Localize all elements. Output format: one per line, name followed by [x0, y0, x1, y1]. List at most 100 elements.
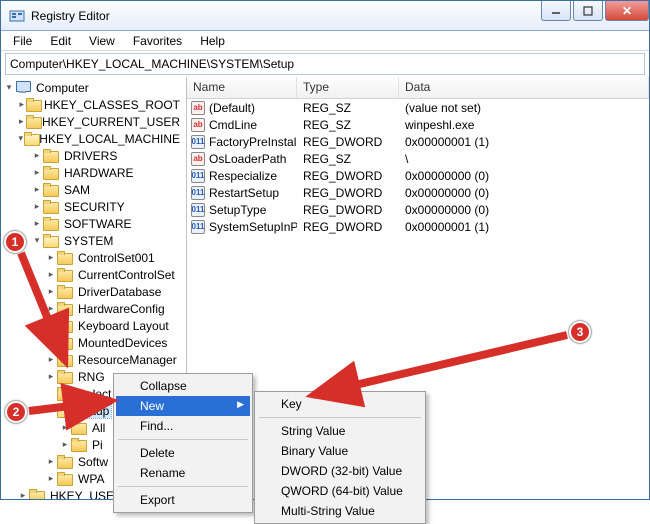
tree-item-hardwareconfig[interactable]: HardwareConfig — [1, 300, 186, 317]
tree-item-label: SOFTWARE — [62, 217, 134, 231]
menu-item-binary-value[interactable]: Binary Value — [257, 441, 423, 461]
value-name: CmdLine — [209, 118, 257, 132]
value-data: winpeshl.exe — [399, 118, 649, 132]
list-row[interactable]: 011SetupTypeREG_DWORD0x00000000 (0) — [187, 201, 649, 218]
dword-value-icon: 011 — [191, 220, 205, 234]
value-type: REG_DWORD — [297, 186, 399, 200]
registry-editor-window: Registry Editor ✕ File Edit View Favorit… — [0, 0, 650, 500]
tree-item-hkey-classes-root[interactable]: HKEY_CLASSES_ROOT — [1, 96, 186, 113]
menu-item-find-[interactable]: Find... — [116, 416, 250, 436]
close-button[interactable]: ✕ — [605, 1, 649, 21]
tree-item-keyboard-layout[interactable]: Keyboard Layout — [1, 317, 186, 334]
folder-icon — [43, 183, 59, 196]
folder-icon — [57, 353, 73, 366]
menu-item-dword-32-bit-value[interactable]: DWORD (32-bit) Value — [257, 461, 423, 481]
menu-file[interactable]: File — [5, 32, 40, 50]
tree-item-software[interactable]: SOFTWARE — [1, 215, 186, 232]
tree-twisty-icon[interactable] — [17, 133, 24, 144]
tree-item-hkey-current-user[interactable]: HKEY_CURRENT_USER — [1, 113, 186, 130]
address-text: Computer\HKEY_LOCAL_MACHINE\SYSTEM\Setup — [10, 57, 294, 71]
menu-item-multi-string-value[interactable]: Multi-String Value — [257, 501, 423, 521]
menu-item-collapse[interactable]: Collapse — [116, 376, 250, 396]
list-row[interactable]: 011FactoryPreInstall...REG_DWORD0x000000… — [187, 133, 649, 150]
tree-twisty-icon[interactable] — [45, 405, 57, 416]
menu-item-new[interactable]: New▶ — [116, 396, 250, 416]
tree-twisty-icon[interactable] — [45, 286, 57, 297]
dword-value-icon: 011 — [191, 169, 205, 183]
list-row[interactable]: abCmdLineREG_SZwinpeshl.exe — [187, 116, 649, 133]
tree-twisty-icon[interactable] — [31, 235, 43, 246]
tree-twisty-icon[interactable] — [31, 150, 43, 161]
tree-item-security[interactable]: SECURITY — [1, 198, 186, 215]
titlebar[interactable]: Registry Editor ✕ — [1, 1, 649, 31]
tree-item-controlset001[interactable]: ControlSet001 — [1, 249, 186, 266]
tree-twisty-icon[interactable] — [31, 167, 43, 178]
tree-twisty-icon[interactable] — [31, 218, 43, 229]
tree-item-label: HARDWARE — [62, 166, 136, 180]
tree-item-label: Pi — [90, 438, 105, 452]
context-menu-new[interactable]: Key String ValueBinary ValueDWORD (32-bit… — [254, 391, 426, 524]
list-header[interactable]: Name Type Data — [187, 77, 649, 99]
tree-item-system[interactable]: SYSTEM — [1, 232, 186, 249]
menu-item-string-value[interactable]: String Value — [257, 421, 423, 441]
tree-item-mounteddevices[interactable]: MountedDevices — [1, 334, 186, 351]
tree-twisty-icon[interactable] — [31, 201, 43, 212]
tree-twisty-icon[interactable] — [45, 252, 57, 263]
col-name-header[interactable]: Name — [187, 77, 297, 98]
tree-twisty-icon[interactable] — [45, 269, 57, 280]
value-name: (Default) — [209, 101, 255, 115]
tree-twisty-icon[interactable] — [45, 303, 57, 314]
value-data: 0x00000000 (0) — [399, 203, 649, 217]
list-row[interactable]: 011SystemSetupInP...REG_DWORD0x00000001 … — [187, 218, 649, 235]
value-data: 0x00000001 (1) — [399, 135, 649, 149]
tree-twisty-icon[interactable] — [45, 371, 57, 382]
folder-icon — [57, 404, 73, 417]
tree-twisty-icon[interactable] — [17, 490, 29, 499]
tree-twisty-icon[interactable] — [45, 456, 57, 467]
tree-item-sam[interactable]: SAM — [1, 181, 186, 198]
list-row[interactable]: 011RespecializeREG_DWORD0x00000000 (0) — [187, 167, 649, 184]
menu-item-qword-64-bit-value[interactable]: QWORD (64-bit) Value — [257, 481, 423, 501]
tree-twisty-icon[interactable] — [3, 82, 15, 93]
context-menu-key[interactable]: CollapseNew▶Find... DeleteRename Export — [113, 373, 253, 513]
tree-item-computer[interactable]: Computer — [1, 79, 186, 96]
maximize-button[interactable] — [573, 1, 603, 21]
tree-item-resourcemanager[interactable]: ResourceManager — [1, 351, 186, 368]
tree-twisty-icon[interactable] — [45, 473, 57, 484]
menu-item-delete[interactable]: Delete — [116, 443, 250, 463]
tree-item-hardware[interactable]: HARDWARE — [1, 164, 186, 181]
tree-item-label: Setup — [76, 404, 111, 418]
tree-twisty-icon[interactable] — [31, 184, 43, 195]
tree-item-driverdatabase[interactable]: DriverDatabase — [1, 283, 186, 300]
menubar: File Edit View Favorites Help — [1, 31, 649, 51]
tree-item-label: DriverDatabase — [76, 285, 163, 299]
tree-twisty-icon[interactable] — [17, 116, 26, 127]
tree-twisty-icon[interactable] — [45, 354, 57, 365]
tree-item-currentcontrolset[interactable]: CurrentControlSet — [1, 266, 186, 283]
tree-item-label: DRIVERS — [62, 149, 119, 163]
col-type-header[interactable]: Type — [297, 77, 399, 98]
menu-view[interactable]: View — [81, 32, 123, 50]
tree-item-hkey-local-machine[interactable]: HKEY_LOCAL_MACHINE — [1, 130, 186, 147]
address-bar[interactable]: Computer\HKEY_LOCAL_MACHINE\SYSTEM\Setup — [5, 53, 645, 75]
list-row[interactable]: 011RestartSetupREG_DWORD0x00000000 (0) — [187, 184, 649, 201]
menu-favorites[interactable]: Favorites — [125, 32, 190, 50]
list-row[interactable]: abOsLoaderPathREG_SZ\ — [187, 150, 649, 167]
tree-twisty-icon[interactable] — [17, 99, 26, 110]
menu-item-rename[interactable]: Rename — [116, 463, 250, 483]
folder-icon — [57, 387, 73, 400]
menu-item-key[interactable]: Key — [257, 394, 423, 414]
tree-item-drivers[interactable]: DRIVERS — [1, 147, 186, 164]
list-row[interactable]: ab(Default)REG_SZ(value not set) — [187, 99, 649, 116]
menu-help[interactable]: Help — [192, 32, 233, 50]
menu-edit[interactable]: Edit — [42, 32, 79, 50]
tree-twisty-icon[interactable] — [45, 320, 57, 331]
menu-item-export[interactable]: Export — [116, 490, 250, 510]
value-name: FactoryPreInstall... — [209, 135, 297, 149]
tree-item-label: ResourceManager — [76, 353, 179, 367]
tree-twisty-icon[interactable] — [59, 439, 71, 450]
menu-separator — [118, 486, 248, 487]
minimize-button[interactable] — [541, 1, 571, 21]
col-data-header[interactable]: Data — [399, 77, 649, 98]
tree-twisty-icon[interactable] — [59, 422, 71, 433]
